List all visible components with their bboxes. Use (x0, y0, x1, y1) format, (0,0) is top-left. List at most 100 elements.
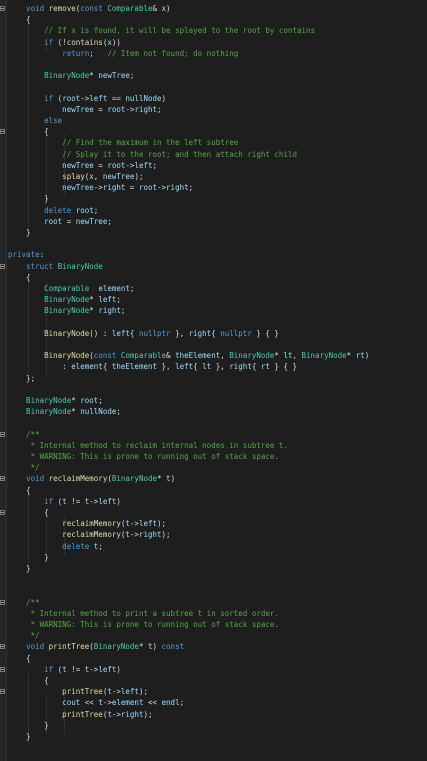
fold-toggle-icon[interactable] (0, 599, 5, 605)
code-line[interactable]: void printTree(BinaryNode* t) const (8, 641, 184, 652)
code-line[interactable]: void remove(const Comparable& x) (8, 3, 171, 14)
code-line[interactable]: */ (8, 630, 40, 641)
code-line[interactable]: else (8, 115, 62, 126)
code-line[interactable]: } (8, 193, 49, 204)
code-line[interactable]: */ (8, 462, 40, 473)
code-line[interactable]: BinaryNode* nullNode; (8, 406, 121, 417)
code-token: left (120, 687, 139, 697)
code-line[interactable]: { (8, 485, 31, 496)
code-line[interactable]: if (root->left == nullNode) (8, 93, 166, 104)
code-token: -> (111, 709, 121, 719)
fold-toggle-icon[interactable] (0, 431, 5, 437)
fold-toggle-icon[interactable] (0, 644, 5, 650)
code-line[interactable]: } (8, 227, 31, 238)
fold-toggle-icon[interactable] (0, 476, 5, 482)
code-line[interactable]: * Internal method to reclaim internal no… (8, 440, 288, 451)
code-token: right (102, 183, 126, 193)
code-line[interactable]: BinaryNode* root; (8, 395, 103, 406)
code-token: if (8, 93, 58, 103)
code-line[interactable]: { (8, 14, 31, 25)
code-line[interactable]: } (8, 563, 31, 574)
code-line[interactable]: BinaryNode* right; (8, 305, 125, 316)
code-token: struct (8, 261, 58, 271)
code-token: return (8, 48, 90, 58)
fold-toggle-icon[interactable] (0, 689, 5, 695)
code-line[interactable]: * WARNING: This is prone to running out … (8, 619, 279, 630)
code-line[interactable]: reclaimMemory(t->right); (8, 529, 170, 540)
code-token: * (138, 642, 148, 652)
code-token: ; (129, 284, 135, 293)
code-token: ); (138, 687, 148, 697)
fold-toggle-icon[interactable] (0, 510, 5, 515)
code-token: lt (202, 362, 212, 372)
code-line[interactable]: if (t != t->left) (8, 496, 121, 507)
code-token: }, (170, 328, 189, 338)
code-line[interactable]: newTree = root->right; (8, 104, 162, 115)
code-line[interactable]: newTree->right = root->right; (8, 182, 193, 193)
code-line[interactable]: return; // Item not found; do nothing (8, 48, 238, 59)
code-line[interactable]: BinaryNode* newTree; (8, 70, 134, 81)
code-token: void (8, 4, 49, 13)
code-token: * (89, 295, 99, 305)
code-line[interactable]: { (8, 272, 31, 283)
code-line[interactable]: } (8, 720, 49, 731)
code-token: * WARNING: This is prone to running out … (8, 452, 279, 461)
fold-toggle-icon[interactable] (0, 263, 5, 269)
code-token: != (66, 496, 85, 506)
code-token: ) (170, 474, 176, 484)
fold-toggle-icon[interactable] (0, 6, 5, 11)
code-token: BinaryNode (8, 328, 90, 338)
code-line[interactable]: splay(x, newTree); (8, 171, 143, 182)
code-line[interactable]: BinaryNode() : left{ nullptr }, right{ n… (8, 328, 279, 339)
code-line[interactable]: Comparable element; (8, 283, 134, 294)
code-editor[interactable]: void remove(const Comparable& x) { // If… (0, 0, 427, 761)
code-line[interactable]: void reclaimMemory(BinaryNode* t) (8, 473, 175, 484)
code-token: if (8, 37, 58, 47)
code-token: contains (66, 37, 103, 47)
code-line[interactable]: printTree(t->left); (8, 686, 148, 697)
code-line[interactable]: newTree = root->left; (8, 160, 157, 171)
code-line[interactable]: printTree(t->right); (8, 709, 152, 720)
code-token: left (89, 93, 108, 103)
fold-toggle-icon[interactable] (0, 666, 5, 672)
code-line[interactable]: BinaryNode(const Comparable& theElement,… (8, 350, 369, 361)
code-token: ; (188, 183, 194, 193)
code-line[interactable]: * Internal method to print a subtree t i… (8, 608, 279, 619)
code-line[interactable]: // Splay it to the root; and then attach… (8, 149, 297, 160)
code-line[interactable]: } (8, 552, 49, 563)
code-line[interactable]: /** (8, 429, 40, 440)
code-line[interactable]: { (8, 653, 31, 664)
code-line[interactable]: { (8, 675, 49, 686)
code-token: ; (179, 698, 185, 708)
code-line[interactable]: delete root; (8, 205, 98, 216)
code-line[interactable]: }; (8, 373, 35, 384)
code-token: // Item not found; do nothing (107, 48, 239, 58)
code-line[interactable]: private: (8, 249, 44, 260)
fold-toggle-icon[interactable] (0, 129, 5, 135)
code-line[interactable]: : element{ theElement }, left{ lt }, rig… (8, 361, 297, 372)
code-token: * WARNING: This is prone to running out … (8, 620, 279, 629)
code-line[interactable]: // If x is found, it will be splayed to … (8, 25, 315, 36)
code-line[interactable]: reclaimMemory(t->left); (8, 518, 166, 529)
code-line[interactable]: } (8, 731, 31, 742)
code-line[interactable]: { (8, 507, 49, 518)
code-token: BinaryNode (8, 351, 90, 361)
code-line[interactable]: { (8, 126, 49, 137)
code-line[interactable]: // Find the maximum in the left subtree (8, 137, 238, 148)
code-line[interactable]: cout << t->element << endl; (8, 697, 184, 708)
code-token: } (8, 552, 49, 562)
code-line[interactable]: BinaryNode* left; (8, 294, 121, 305)
code-token: -> (102, 698, 112, 708)
code-line[interactable]: delete t; (8, 541, 103, 552)
code-token: ; (129, 71, 135, 81)
code-line[interactable]: if (t != t->left) (8, 664, 121, 675)
code-line[interactable]: root = newTree; (8, 216, 112, 227)
code-line[interactable]: if (!contains(x)) (8, 37, 121, 48)
code-line[interactable]: * WARNING: This is prone to running out … (8, 451, 279, 462)
code-token: */ (8, 463, 40, 473)
code-token: ; (157, 104, 162, 114)
code-token: root (107, 160, 126, 170)
code-line[interactable]: struct BinaryNode (8, 261, 103, 272)
code-token: { (129, 328, 139, 338)
code-line[interactable]: /** (8, 597, 40, 608)
